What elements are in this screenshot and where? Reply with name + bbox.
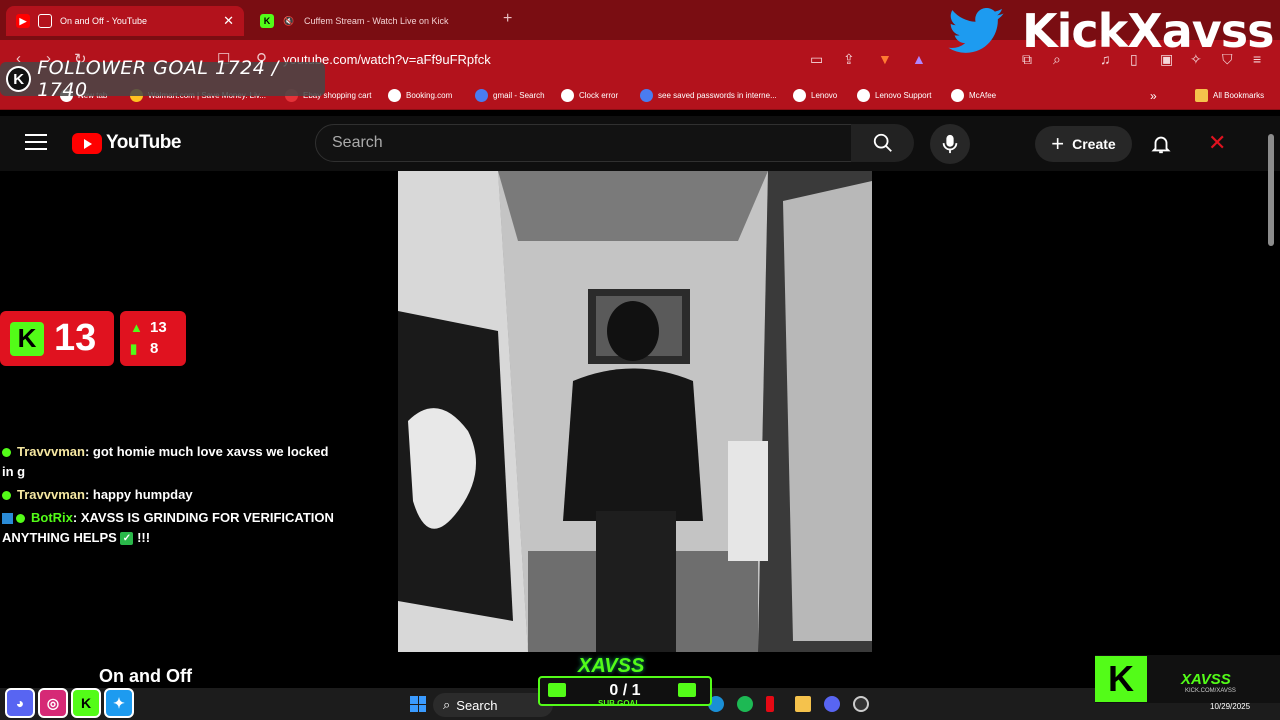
discord-taskbar-icon[interactable] — [824, 696, 840, 712]
verified-badge-icon — [2, 491, 11, 501]
voice-search-button[interactable] — [930, 124, 970, 164]
bookmark-item[interactable]: McAfee — [951, 89, 996, 102]
scrollbar-thumb[interactable] — [1268, 134, 1274, 246]
discord-icon: ◕ — [5, 688, 35, 718]
video-frame — [398, 171, 872, 652]
hamburger-menu-icon[interactable] — [25, 134, 47, 152]
twitter-icon: ✦ — [104, 688, 134, 718]
share-icon[interactable]: ⇪ — [843, 51, 855, 68]
up-arrow-icon: ▲ — [130, 320, 143, 335]
xavss-logo: K XAVSS — [1095, 655, 1280, 703]
bookmark-item[interactable]: see saved passwords in interne... — [640, 89, 777, 102]
twitter-bird-icon — [948, 8, 1004, 53]
verified-badge-icon — [2, 448, 11, 458]
plus-icon: + — [1051, 131, 1065, 156]
kick-stats-panel: ▲ 13 ▮ 8 — [120, 311, 186, 366]
bookmark-item[interactable]: gmail - Search — [475, 89, 545, 102]
search-icon — [475, 89, 488, 102]
bookmark-item[interactable]: Booking.com — [388, 89, 452, 102]
new-tab-icon[interactable]: + — [503, 10, 512, 28]
globe-icon — [857, 89, 870, 102]
tab-title: Cuffem Stream - Watch Live on Kick — [304, 16, 449, 26]
folder-icon — [1195, 89, 1208, 102]
close-tab-icon[interactable]: ✕ — [223, 13, 234, 29]
youtube-favicon-icon: ▶ — [16, 14, 30, 28]
video-title: On and Off — [99, 666, 192, 686]
file-explorer-icon[interactable] — [795, 696, 811, 712]
tab-youtube[interactable]: ▶ On and Off - YouTube ✕ — [6, 6, 244, 36]
bookmark-item[interactable]: Lenovo — [793, 89, 837, 102]
bar-chart-icon: ▮ — [130, 340, 138, 356]
brave-rewards-icon[interactable]: ▲ — [912, 51, 926, 67]
check-emoji-icon: ✓ — [120, 532, 134, 546]
search-icon: ⌕ — [443, 697, 451, 712]
mute-icon[interactable]: 🔇 — [282, 14, 296, 28]
kick-icon: K — [6, 66, 32, 92]
brand-name: KickXavss — [1022, 4, 1275, 58]
chat-message: Travvvman: happy humpday — [2, 485, 342, 505]
more-bookmarks-icon[interactable]: » — [1150, 89, 1157, 103]
search-button[interactable] — [851, 124, 914, 162]
create-button[interactable]: + Create — [1035, 126, 1132, 162]
tab-title: On and Off - YouTube — [60, 16, 148, 26]
kick-icon: K — [71, 688, 101, 718]
social-icons: ◕ ◎ K ✦ — [5, 688, 134, 718]
chat-message: BotRix: XAVSS IS GRINDING FOR VERIFICATI… — [2, 510, 334, 546]
gift-icon — [678, 683, 696, 697]
globe-icon — [561, 89, 574, 102]
follower-goal-text: FOLLOWER GOAL 1724 / 1740 — [37, 57, 279, 101]
search-icon — [873, 133, 892, 152]
microphone-icon — [942, 134, 958, 154]
kick-logo-icon: K — [1095, 656, 1147, 702]
notifications-bell-icon[interactable] — [1150, 133, 1172, 155]
xavss-url: KICK.COM/XAVSS — [1185, 688, 1236, 694]
youtube-header: YouTube Search + Create ✕ — [0, 116, 1280, 171]
search-input[interactable]: Search — [315, 124, 852, 162]
kick-viewer-count: K 13 — [0, 311, 114, 366]
kick-logo-icon: K — [10, 321, 44, 356]
follower-goal-overlay: K FOLLOWER GOAL 1724 / 1740 — [0, 57, 325, 101]
search-icon — [640, 89, 653, 102]
verified-badge-icon — [16, 514, 25, 524]
instagram-icon: ◎ — [38, 688, 68, 718]
cast-icon[interactable]: ▭ — [810, 51, 823, 68]
sub-goal-overlay: XAVSS 0 / 1 SUB GOAL — [538, 655, 712, 710]
chat-message: Travvvman: got homie much love xavss we … — [2, 444, 329, 479]
globe-icon — [793, 89, 806, 102]
windows-start-icon[interactable] — [410, 696, 426, 712]
youtube-play-icon — [72, 132, 102, 154]
media-favicon-icon — [38, 14, 52, 28]
taskbar-search[interactable]: ⌕ Search — [433, 693, 553, 717]
page-scrollbar[interactable] — [1266, 130, 1276, 650]
globe-icon — [388, 89, 401, 102]
video-player[interactable] — [398, 171, 872, 652]
taskbar-date: 10/29/2025 — [1210, 702, 1251, 711]
youtube-logo[interactable]: YouTube — [72, 132, 181, 154]
bookmark-item[interactable]: Lenovo Support — [857, 89, 932, 102]
tab-kick[interactable]: K 🔇 Cuffem Stream - Watch Live on Kick — [250, 6, 495, 36]
account-avatar[interactable]: ✕ — [1208, 130, 1226, 156]
gift-icon — [548, 683, 566, 697]
brave-shield-icon[interactable]: ▼ — [878, 51, 892, 67]
spotify-icon[interactable] — [737, 696, 753, 712]
bot-badge-icon — [2, 513, 13, 525]
all-bookmarks[interactable]: All Bookmarks — [1195, 89, 1264, 102]
bookmark-item[interactable]: Clock error — [561, 89, 618, 102]
globe-icon — [951, 89, 964, 102]
netflix-icon[interactable] — [766, 696, 774, 712]
chat-overlay: Travvvman: got homie much love xavss we … — [2, 442, 342, 551]
kick-favicon-icon: K — [260, 14, 274, 28]
obs-icon[interactable] — [853, 696, 869, 712]
